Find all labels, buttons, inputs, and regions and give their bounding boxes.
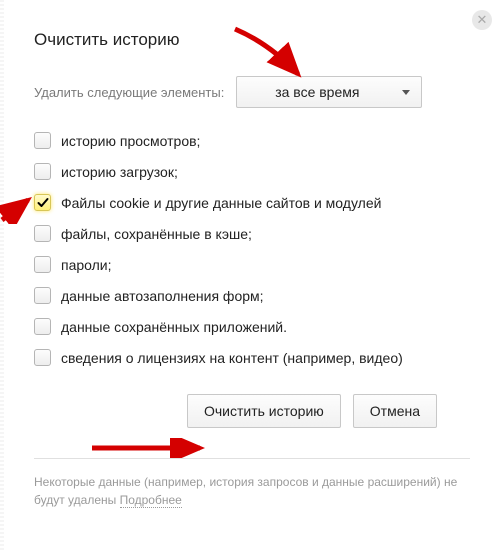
close-icon: ✕ bbox=[477, 12, 488, 27]
option-row: сведения о лицензиях на контент (наприме… bbox=[34, 349, 470, 366]
option-label: сведения о лицензиях на контент (наприме… bbox=[61, 350, 403, 366]
clear-history-dialog: ✕ Очистить историю Удалить следующие эле… bbox=[0, 0, 504, 551]
option-label: Файлы cookie и другие данные сайтов и мо… bbox=[61, 195, 381, 211]
checkbox[interactable] bbox=[34, 225, 51, 242]
checkbox[interactable] bbox=[34, 163, 51, 180]
option-row: пароли; bbox=[34, 256, 470, 273]
dialog-buttons: Очистить историю Отмена bbox=[34, 394, 470, 428]
checkbox[interactable] bbox=[34, 349, 51, 366]
option-row: историю просмотров; bbox=[34, 132, 470, 149]
option-label: историю просмотров; bbox=[61, 133, 200, 149]
annotation-arrow bbox=[90, 438, 210, 458]
option-label: данные автозаполнения форм; bbox=[61, 288, 264, 304]
option-label: данные сохранённых приложений. bbox=[61, 319, 287, 335]
close-button[interactable]: ✕ bbox=[472, 10, 492, 30]
clear-history-button[interactable]: Очистить историю bbox=[187, 394, 341, 428]
footer-note: Некоторые данные (например, история запр… bbox=[34, 458, 470, 509]
learn-more-link[interactable]: Подробнее bbox=[120, 493, 182, 508]
time-range-select-wrap: за все время bbox=[236, 76, 422, 108]
option-label: историю загрузок; bbox=[61, 164, 178, 180]
option-row: данные автозаполнения форм; bbox=[34, 287, 470, 304]
annotation-arrow bbox=[0, 190, 38, 224]
checkbox[interactable] bbox=[34, 132, 51, 149]
checkbox[interactable] bbox=[34, 287, 51, 304]
footer-text: Некоторые данные (например, история запр… bbox=[34, 475, 457, 507]
option-label: пароли; bbox=[61, 257, 112, 273]
option-label: файлы, сохранённые в кэше; bbox=[61, 226, 252, 242]
checkbox[interactable] bbox=[34, 318, 51, 335]
time-range-label: Удалить следующие элементы: bbox=[34, 85, 224, 100]
time-range-row: Удалить следующие элементы: за все время bbox=[34, 76, 470, 108]
cancel-button[interactable]: Отмена bbox=[353, 394, 437, 428]
time-range-select[interactable]: за все время bbox=[236, 76, 422, 108]
option-row: Файлы cookie и другие данные сайтов и мо… bbox=[34, 194, 470, 211]
options-list: историю просмотров; историю загрузок; Файл… bbox=[34, 132, 470, 366]
option-row: файлы, сохранённые в кэше; bbox=[34, 225, 470, 242]
option-row: данные сохранённых приложений. bbox=[34, 318, 470, 335]
checkbox[interactable] bbox=[34, 256, 51, 273]
dialog-title: Очистить историю bbox=[34, 30, 470, 50]
checkbox[interactable] bbox=[34, 194, 51, 211]
option-row: историю загрузок; bbox=[34, 163, 470, 180]
